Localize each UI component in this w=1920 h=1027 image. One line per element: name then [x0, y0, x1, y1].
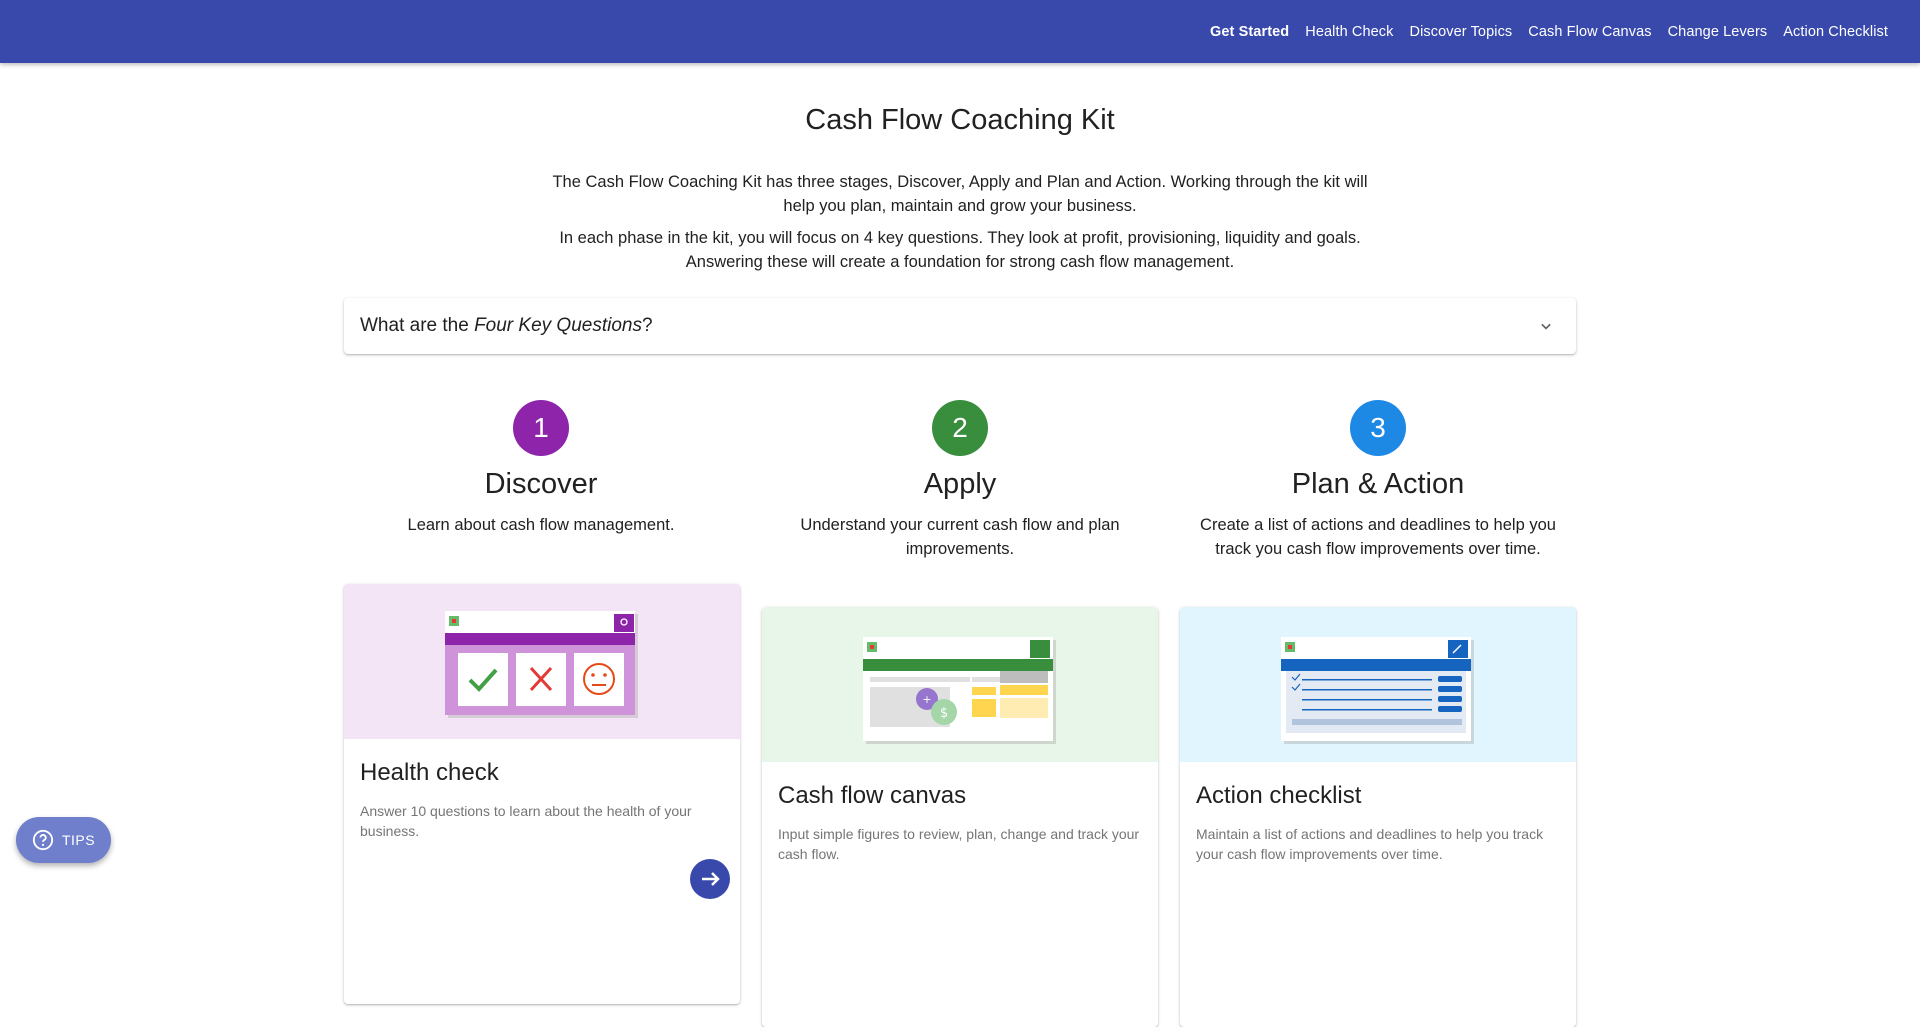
stage-title: Plan & Action: [1291, 468, 1465, 500]
stage-title: Apply: [923, 468, 997, 500]
card-title: Health check: [360, 759, 499, 786]
accordion-title: What are the Four Key Questions?: [360, 315, 653, 337]
card-cash-flow-canvas[interactable]: + $ Cash flow canvas Input simple figure…: [762, 607, 1158, 1027]
app-bar: Get Started Health Check Discover Topics…: [0, 0, 1920, 63]
health-check-illustration: [344, 584, 740, 739]
accordion-title-prefix: What are the: [360, 315, 475, 336]
card-action-checklist[interactable]: Action checklist Maintain a list of acti…: [1180, 607, 1576, 1027]
chevron-down-icon: [1541, 323, 1551, 330]
intro-paragraph-1: The Cash Flow Coaching Kit has three sta…: [552, 173, 1368, 215]
nav-discover-topics[interactable]: Discover Topics: [1410, 24, 1513, 40]
card-title: Cash flow canvas: [778, 782, 967, 809]
stage-description: Learn about cash flow management.: [407, 516, 675, 534]
stage-title: Discover: [484, 468, 598, 500]
cash-flow-canvas-illustration: + $: [762, 607, 1158, 762]
svg-text:$: $: [940, 706, 948, 721]
stage-number: 3: [1350, 400, 1406, 456]
stage-plan-action: 3 Plan & Action Create a list of actions…: [1180, 400, 1576, 561]
arrow-right-icon: [702, 872, 720, 886]
card-description: Answer 10 questions to learn about the h…: [360, 803, 692, 839]
nav-action-checklist[interactable]: Action Checklist: [1783, 24, 1888, 40]
stage-number: 1: [513, 400, 569, 456]
svg-text:+: +: [922, 693, 931, 706]
open-health-check-button[interactable]: [690, 859, 730, 899]
card-description: Maintain a list of actions and deadlines…: [1196, 826, 1544, 862]
nav-change-levers[interactable]: Change Levers: [1668, 24, 1768, 40]
intro-paragraph-2: In each phase in the kit, you will focus…: [559, 229, 1361, 271]
card-health-check[interactable]: Health check Answer 10 questions to lear…: [344, 584, 740, 1004]
accordion-title-suffix: ?: [641, 315, 653, 336]
action-checklist-illustration: [1180, 607, 1576, 762]
nav-cash-flow-canvas[interactable]: Cash Flow Canvas: [1528, 24, 1651, 40]
stage-description: Understand your current cash flow and pl…: [800, 516, 1120, 558]
card-title: Action checklist: [1196, 782, 1362, 809]
four-key-questions-accordion[interactable]: What are the Four Key Questions?: [344, 298, 1576, 354]
card-description: Input simple figures to review, plan, ch…: [778, 826, 1140, 862]
stage-number: 2: [932, 400, 988, 456]
stage-description: Create a list of actions and deadlines t…: [1200, 516, 1556, 558]
tips-button[interactable]: TIPS: [16, 817, 111, 863]
nav-get-started[interactable]: Get Started: [1210, 24, 1289, 40]
stage-apply: 2 Apply Understand your current cash flo…: [762, 400, 1158, 561]
stage-discover: 1 Discover Learn about cash flow managem…: [343, 400, 739, 537]
accordion-title-emphasis: Four Key Questions: [474, 315, 642, 336]
help-circle-icon: [32, 829, 54, 851]
tips-label: TIPS: [61, 832, 96, 848]
nav-health-check[interactable]: Health Check: [1305, 24, 1393, 40]
page-title: Cash Flow Coaching Kit: [805, 104, 1115, 136]
